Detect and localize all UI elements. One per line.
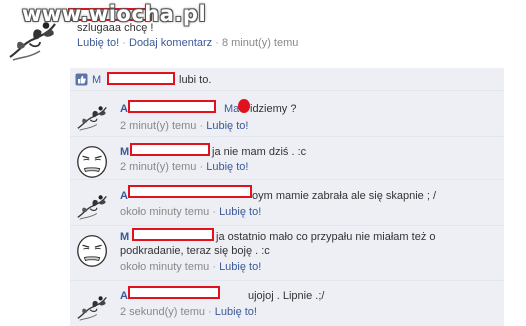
comment-item: A ujojoj . Lipnie .;/ 2 sekund(y) temu ·… (70, 282, 504, 326)
likes-text: lubi to. (179, 74, 212, 86)
post-meta: Lubię to! · Dodaj komentarz · 8 minut(y)… (77, 37, 298, 49)
commenter-avatar[interactable] (74, 96, 112, 134)
comment-time: około minuty temu (120, 206, 210, 218)
redaction-box (128, 100, 216, 113)
comment-time: 2 minut(y) temu (120, 161, 197, 173)
meta-separator: · (199, 161, 204, 173)
comment-time: 2 sekund(y) temu (120, 306, 205, 318)
comment-meta: 2 sekund(y) temu · Lubię to! (120, 306, 257, 318)
comment-author[interactable]: A (120, 290, 128, 302)
meta-separator: · (199, 120, 204, 132)
comment-text: ja ostatnio mało co przypału nie miałam … (216, 231, 436, 243)
comment-time: około minuty temu (120, 261, 210, 273)
comment-meta: 2 minut(y) temu · Lubię to! (120, 120, 248, 132)
commenter-avatar[interactable] (74, 185, 112, 223)
meta-separator: · (212, 261, 216, 273)
comment-item: M ja nie mam dziś . :c 2 minut(y) temu ·… (70, 138, 504, 180)
commenter-avatar[interactable] (74, 142, 112, 180)
red-blot (238, 99, 250, 113)
redaction-box (128, 185, 252, 198)
comment-author[interactable]: M (120, 146, 129, 158)
comment-text: idziemy ? (250, 103, 297, 115)
comment-item: A oym mamie zabrała ale się skapnie ; / … (70, 181, 504, 226)
comment-text: ujojoj . Lipnie .;/ (248, 290, 325, 302)
comment-like-link[interactable]: Lubię to! (206, 161, 248, 173)
post-time: 8 minut(y) temu (221, 37, 299, 49)
commenter-avatar[interactable] (74, 286, 112, 324)
comment-text: ja nie mam dziś . :c (212, 146, 307, 158)
post-like-link[interactable]: Lubię to! (77, 37, 119, 49)
add-comment-link[interactable]: Dodaj komentarz (129, 37, 212, 49)
comment-author[interactable]: A (120, 103, 128, 115)
redaction-box (132, 228, 214, 241)
redaction-box (130, 143, 210, 156)
meta-separator: · (122, 37, 126, 49)
comment-meta: około minuty temu · Lubię to! (120, 206, 261, 218)
comment-text-continued: podkradanie, teraz się boję . :c (120, 245, 270, 257)
watermark-text: www.wiocha.pl (22, 2, 207, 26)
comment-time: 2 minut(y) temu (120, 120, 197, 132)
comment-item: M ja ostatnio mało co przypału nie miała… (70, 227, 504, 281)
comment-author[interactable]: M (120, 231, 129, 243)
comments-panel: M lubi to. A Ma idziemy ? 2 minut(y) tem… (70, 68, 504, 326)
comment-meta: 2 minut(y) temu · Lubię to! (120, 161, 248, 173)
comment-like-link[interactable]: Lubię to! (219, 261, 261, 273)
redaction-box (107, 72, 175, 85)
redaction-box (128, 286, 220, 299)
comment-meta: około minuty temu · Lubię to! (120, 261, 261, 273)
meta-separator: · (215, 37, 219, 49)
liker-name[interactable]: M (92, 74, 101, 86)
comment-mention[interactable]: Ma (224, 103, 239, 115)
likes-row: M lubi to. (70, 68, 504, 91)
meta-separator: · (208, 306, 212, 318)
comment-item: A Ma idziemy ? 2 minut(y) temu · Lubię t… (70, 92, 504, 137)
thumbs-up-icon (75, 73, 88, 86)
commenter-avatar[interactable] (74, 231, 112, 269)
comment-like-link[interactable]: Lubię to! (206, 120, 248, 132)
comment-like-link[interactable]: Lubię to! (219, 206, 261, 218)
meta-separator: · (212, 206, 216, 218)
comment-like-link[interactable]: Lubię to! (215, 306, 257, 318)
comment-text: oym mamie zabrała ale się skapnie ; / (252, 190, 437, 202)
comment-author[interactable]: A (120, 190, 128, 202)
